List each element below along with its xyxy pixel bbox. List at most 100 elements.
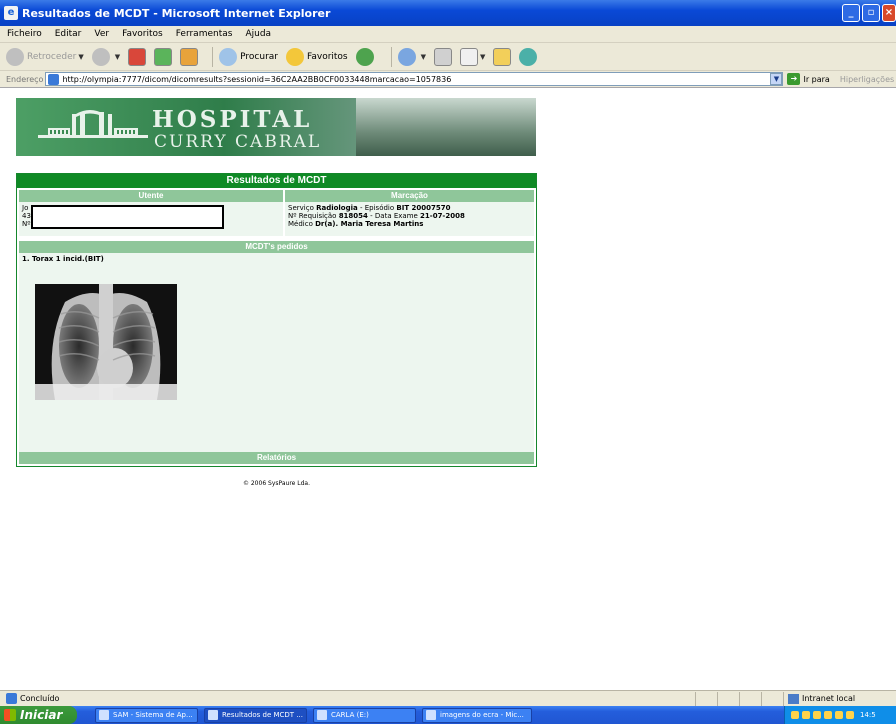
- search-button[interactable]: Procurar: [219, 47, 278, 66]
- data-label: - Data Exame: [367, 212, 421, 220]
- close-button[interactable]: ×: [882, 4, 896, 22]
- security-zone[interactable]: Intranet local: [783, 691, 896, 706]
- windows-logo-icon: [4, 709, 16, 721]
- back-button[interactable]: Retroceder ▼: [6, 47, 84, 66]
- messenger-button[interactable]: [519, 47, 540, 66]
- go-label: Ir para: [803, 74, 830, 84]
- relatorios-header[interactable]: Relatórios: [19, 452, 534, 464]
- status-cells: Intranet local: [695, 691, 896, 706]
- stop-button[interactable]: [128, 47, 147, 66]
- back-arrow-icon: [6, 47, 24, 66]
- printer-icon: [434, 47, 453, 66]
- chevron-down-icon: ▼: [420, 52, 427, 61]
- menu-ficheiro[interactable]: Ficheiro: [0, 29, 48, 39]
- menu-ferramentas[interactable]: Ferramentas: [169, 29, 239, 39]
- chest-xray-image: [35, 284, 177, 400]
- edit-button[interactable]: ▼: [460, 47, 486, 66]
- stop-icon: [128, 47, 147, 66]
- history-icon: [355, 47, 374, 66]
- zone-label: Intranet local: [802, 694, 856, 703]
- hospital-subtitle: CURRY CABRAL: [154, 132, 322, 152]
- address-dropdown-icon[interactable]: ▼: [770, 73, 783, 85]
- refresh-icon: [154, 47, 173, 66]
- ie-icon: [208, 710, 218, 720]
- back-label: Retroceder: [27, 51, 77, 62]
- chevron-down-icon: ▼: [480, 52, 486, 61]
- taskbar-item-carla[interactable]: CARLA (E:): [313, 707, 416, 723]
- menu-ver[interactable]: Ver: [87, 29, 115, 39]
- hospital-building-icon: [38, 110, 148, 138]
- tray-icon[interactable]: [813, 711, 821, 719]
- servico-label: Serviço: [288, 204, 317, 212]
- volume-icon[interactable]: [846, 711, 854, 719]
- status-cell: [761, 691, 783, 706]
- messenger-icon: [519, 47, 538, 66]
- hospital-title: HOSPITAL: [152, 106, 313, 133]
- surgery-photo: [356, 98, 536, 156]
- data-value: 21-07-2008: [420, 212, 465, 220]
- home-icon: [180, 47, 199, 66]
- go-button[interactable]: ➔ Ir para: [787, 73, 830, 85]
- favorites-button[interactable]: Favoritos: [286, 47, 348, 66]
- ie-icon: e: [4, 6, 18, 20]
- status-cell: [739, 691, 761, 706]
- title-bar[interactable]: e Resultados de MCDT - Microsoft Interne…: [0, 0, 896, 26]
- refresh-button[interactable]: [154, 47, 173, 66]
- maximize-button[interactable]: ▫: [862, 4, 880, 22]
- star-icon: [286, 47, 304, 66]
- menu-bar: Ficheiro Editar Ver Favoritos Ferramenta…: [0, 26, 896, 43]
- page-footer: © 2006 SysPaure Lda.: [242, 480, 311, 487]
- address-url[interactable]: http://olympia:7777/dicom/dicomresults?s…: [62, 75, 770, 84]
- print-button[interactable]: [434, 47, 453, 66]
- servico-line: Serviço Radiologia - Episódio BIT 200075…: [288, 204, 531, 212]
- links-button[interactable]: Hiperligações: [840, 75, 894, 84]
- tray-icon[interactable]: [835, 711, 843, 719]
- requisicao-line: Nº Requisição 818054 - Data Exame 21-07-…: [288, 212, 531, 220]
- ie-window: e Resultados de MCDT - Microsoft Interne…: [0, 0, 896, 724]
- task-label: Resultados de MCDT ...: [222, 711, 303, 719]
- mcdt-item: 1. Torax 1 incid.(BIT): [22, 255, 104, 263]
- address-input[interactable]: http://olympia:7777/dicom/dicomresults?s…: [45, 72, 784, 86]
- menu-favoritos[interactable]: Favoritos: [115, 29, 169, 39]
- marcacao-header: Marcação: [285, 190, 534, 202]
- system-tray: 14:5: [784, 706, 896, 724]
- page-icon: [48, 73, 60, 85]
- toolbar-divider: [390, 46, 392, 67]
- redaction-box: [31, 205, 224, 229]
- requisicao-label: Nº Requisição: [288, 212, 339, 220]
- clock[interactable]: 14:5: [860, 711, 876, 719]
- requisicao-value: 818054: [338, 212, 368, 220]
- xray-thumbnail[interactable]: [35, 284, 177, 400]
- tray-icon[interactable]: [824, 711, 832, 719]
- status-cell: [695, 691, 717, 706]
- task-label: imagens do ecra - Mic...: [440, 711, 524, 719]
- tray-icon[interactable]: [791, 711, 799, 719]
- window-title: Resultados de MCDT - Microsoft Internet …: [22, 6, 331, 20]
- folder-button[interactable]: [493, 47, 512, 66]
- status-bar: Concluído Intranet local: [0, 690, 896, 706]
- taskbar-item-resultados[interactable]: Resultados de MCDT ...: [204, 707, 307, 723]
- medico-line: Médico Dr(a). Maria Teresa Martins: [288, 220, 531, 228]
- chevron-down-icon: ▼: [114, 52, 121, 61]
- app-icon: [99, 710, 109, 720]
- search-label: Procurar: [240, 51, 278, 62]
- home-button[interactable]: [180, 47, 199, 66]
- history-button[interactable]: [355, 47, 377, 66]
- minimize-button[interactable]: _: [842, 4, 860, 22]
- drive-icon: [317, 710, 327, 720]
- mail-icon: [397, 47, 416, 66]
- mail-button[interactable]: ▼: [397, 47, 427, 66]
- hospital-banner: HOSPITAL CURRY CABRAL: [16, 98, 536, 156]
- forward-button[interactable]: ▼: [91, 47, 121, 66]
- word-icon: [460, 47, 479, 66]
- tray-icon[interactable]: [802, 711, 810, 719]
- menu-ajuda[interactable]: Ajuda: [238, 29, 277, 39]
- windows-taskbar: Iniciar SAM - Sistema de Ap... Resultado…: [0, 706, 896, 724]
- chevron-down-icon: ▼: [78, 52, 84, 61]
- results-title: Resultados de MCDT: [17, 174, 536, 188]
- status-cell: [717, 691, 739, 706]
- menu-editar[interactable]: Editar: [48, 29, 88, 39]
- start-button[interactable]: Iniciar: [0, 706, 77, 724]
- taskbar-item-imagens[interactable]: imagens do ecra - Mic...: [422, 707, 532, 723]
- taskbar-item-sam[interactable]: SAM - Sistema de Ap...: [95, 707, 198, 723]
